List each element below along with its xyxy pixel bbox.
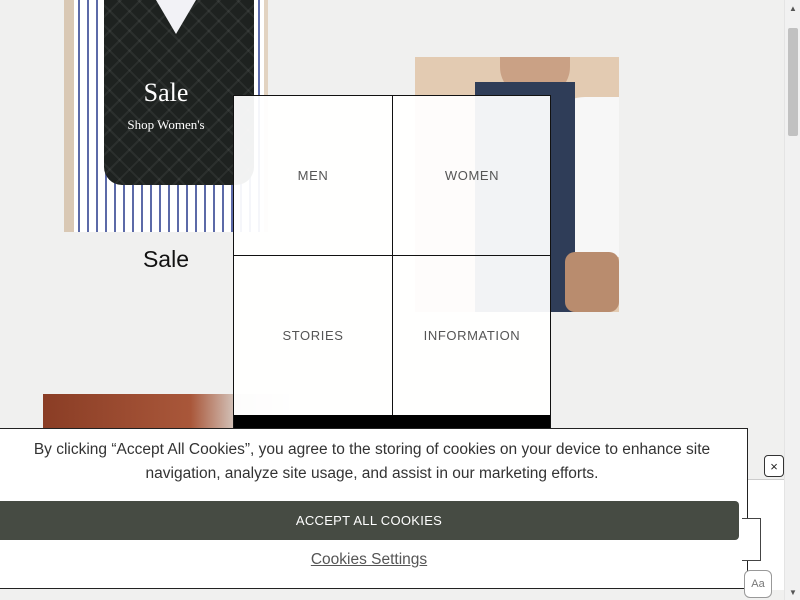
cookies-settings-link[interactable]: Cookies Settings: [0, 551, 739, 569]
menu-item-information[interactable]: INFORMATION: [393, 256, 551, 415]
cookie-banner: By clicking “Accept All Cookies”, you ag…: [0, 428, 748, 589]
menu-item-men[interactable]: MEN: [234, 96, 393, 256]
scroll-thumb[interactable]: [788, 28, 798, 136]
cookie-message: By clicking “Accept All Cookies”, you ag…: [33, 441, 711, 482]
side-widget-box[interactable]: [742, 518, 761, 561]
model-arm-graphic: [565, 252, 619, 312]
scroll-up-arrow-icon[interactable]: ▲: [785, 0, 800, 16]
page-scrollbar[interactable]: ▲ ▼: [784, 0, 800, 600]
scroll-down-arrow-icon[interactable]: ▼: [785, 584, 800, 600]
menu-item-women[interactable]: WOMEN: [393, 96, 551, 256]
accept-all-cookies-button[interactable]: ACCEPT ALL COOKIES: [0, 501, 739, 540]
close-icon[interactable]: ×: [764, 455, 784, 477]
text-size-button[interactable]: Aa: [744, 570, 772, 598]
menu-item-stories[interactable]: STORIES: [234, 256, 393, 415]
navigation-menu: MEN WOMEN STORIES INFORMATION: [233, 95, 551, 435]
